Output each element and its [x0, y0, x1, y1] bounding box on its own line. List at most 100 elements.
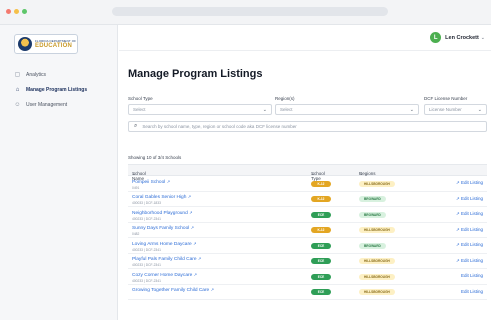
- education-logo[interactable]: FLORIDA DEPARTMENT OF EDUCATION: [14, 34, 78, 54]
- users-icon: ☺: [14, 101, 21, 108]
- school-type-badge: ECE: [311, 258, 331, 264]
- avatar: L: [430, 32, 442, 43]
- external-link-icon: ↗: [166, 178, 171, 184]
- search-input[interactable]: ⌕ Search by school name, type, region or…: [128, 121, 487, 132]
- school-name-link[interactable]: Neighborhood Playground ↗: [132, 210, 192, 216]
- table-row: Sunny Days Family School ↗ 0482 K-12 HILLSB…: [128, 223, 487, 238]
- search-placeholder: Search by school name, type, region or s…: [142, 124, 297, 129]
- license-label: DCF License Number: [424, 96, 468, 101]
- table-row: Neighborhood Playground ↗ 400233 | DCF-23…: [128, 207, 487, 223]
- top-bar: L Len Crockett ⌄: [119, 25, 491, 51]
- region-badge: HILLSBOROUGH: [359, 227, 395, 233]
- user-menu[interactable]: L Len Crockett ⌄: [430, 32, 485, 43]
- school-cell: Sunny Days Family School ↗ 0482: [132, 225, 194, 236]
- chevron-down-icon: ⌄: [477, 107, 482, 113]
- external-link-icon: ↗: [455, 257, 460, 263]
- school-name-link[interactable]: Loving Arms Home Daycare ↗: [132, 241, 196, 247]
- school-cell: Coral Gables Senior High ↗ 400033 | DCF-1…: [132, 194, 191, 205]
- table-row: Growing Together Family Child Care ↗ ECE H…: [128, 285, 487, 300]
- school-cell: Neighborhood Playground ↗ 400233 | DCF-23…: [132, 210, 192, 221]
- school-icon: ⌂: [15, 86, 20, 93]
- region-badge: HILLSBOROUGH: [359, 273, 395, 280]
- table-row: Pompeii School ↗ 0491 K-12 HILLSBOROUGH ↗ Ed…: [128, 176, 487, 192]
- school-type-select[interactable]: Select ⌄: [128, 104, 272, 115]
- school-cell: Growing Together Family Child Care ↗: [132, 287, 214, 293]
- state-seal-icon: [18, 37, 32, 51]
- edit-listing-link[interactable]: ↗ Edit Listing: [456, 242, 483, 248]
- external-link-icon: ↗: [193, 240, 197, 246]
- main-content: L Len Crockett ⌄ Manage Program Listings…: [119, 25, 491, 320]
- app-window: FLORIDA DEPARTMENT OF EDUCATION ▢ Analyti…: [0, 24, 491, 320]
- school-type-badge: ECE: [311, 289, 331, 295]
- external-link-icon: ↗: [210, 287, 214, 292]
- page-title: Manage Program Listings: [128, 68, 263, 80]
- license-number-input[interactable]: License Number ⌄: [424, 104, 487, 115]
- school-type-placeholder: Select: [133, 107, 146, 112]
- license-placeholder: License Number: [429, 107, 462, 112]
- school-code: 400033 | DCF-1833: [132, 201, 161, 205]
- school-type-label: School Type: [128, 96, 153, 101]
- school-code: 0482: [132, 232, 140, 236]
- external-link-icon: ↗: [455, 180, 460, 185]
- edit-listing-link[interactable]: ↗ Edit Listing: [456, 258, 483, 264]
- school-cell: Pompeii School ↗ 0491: [132, 179, 170, 190]
- school-name-link[interactable]: Playful Pals Family Child Care ↗: [132, 256, 201, 262]
- table-row: Coral Gables Senior High ↗ 400033 | DCF-1…: [128, 192, 487, 207]
- school-name-link[interactable]: Pompeii School ↗: [132, 179, 170, 185]
- regions-select[interactable]: Select ⌄: [275, 104, 419, 115]
- school-cell: Playful Pals Family Child Care ↗ 400233 |…: [132, 256, 201, 267]
- school-code: 400233 | DCF-2341: [132, 216, 161, 221]
- close-window-button[interactable]: [6, 9, 11, 14]
- chevron-down-icon: ⌄: [480, 34, 485, 41]
- sidebar-item-label: User Management: [26, 101, 68, 108]
- sidebar-item-user-management[interactable]: ☺ User Management: [0, 97, 118, 112]
- edit-listing-link[interactable]: ↗ Edit Listing: [456, 196, 483, 202]
- school-type-badge: K-12: [311, 180, 331, 187]
- external-link-icon: ↗: [455, 195, 460, 201]
- table-row: Loving Arms Home Daycare ↗ 400233 | DCF-2…: [128, 238, 487, 254]
- table-header: School Name ⌄ School Type ⌄ Regions ⌄: [128, 164, 487, 181]
- region-badge: HILLSBOROUGH: [359, 258, 395, 264]
- school-name-link[interactable]: Sunny Days Family School ↗: [132, 225, 194, 231]
- edit-listing-link[interactable]: ↗ Edit Listing: [456, 227, 483, 233]
- address-bar[interactable]: [112, 7, 388, 16]
- regions-label: Region(s): [275, 96, 295, 101]
- external-link-icon: ↗: [193, 271, 197, 277]
- edit-listing-link[interactable]: ↗ Edit Listing: [456, 211, 483, 217]
- school-code: 0491: [132, 185, 140, 190]
- school-name-link[interactable]: Coral Gables Senior High ↗: [132, 194, 191, 200]
- school-code: 400233 | DCF-2341: [132, 247, 161, 252]
- regions-placeholder: Select: [280, 107, 293, 112]
- sidebar-item-label: Manage Program Listings: [26, 86, 88, 93]
- external-link-icon: ↗: [197, 256, 202, 261]
- chevron-down-icon: ⌄: [262, 107, 267, 113]
- edit-listing-link[interactable]: Edit Listing: [461, 273, 483, 278]
- school-type-badge: ECE: [311, 211, 331, 218]
- minimize-window-button[interactable]: [14, 9, 19, 14]
- external-link-icon: ↗: [189, 209, 193, 215]
- school-type-badge: K-12: [311, 227, 331, 233]
- external-link-icon: ↗: [187, 194, 192, 199]
- search-icon: ⌕: [134, 123, 138, 129]
- school-name-link[interactable]: Cozy Corner Home Daycare ↗: [132, 272, 197, 278]
- edit-listing-link[interactable]: ↗ Edit Listing: [456, 180, 483, 186]
- sidebar-nav: ▢ Analytics ⌂ Manage Program Listings ☺ User …: [0, 67, 118, 112]
- sidebar-item-manage-program-listings[interactable]: ⌂ Manage Program Listings: [0, 82, 118, 97]
- chevron-down-icon: ⌄: [409, 107, 414, 113]
- table-body: Pompeii School ↗ 0491 K-12 HILLSBOROUGH ↗ Ed…: [128, 176, 487, 300]
- edit-listing-link[interactable]: Edit Listing: [461, 289, 483, 294]
- external-link-icon: ↗: [190, 225, 195, 230]
- school-name-link[interactable]: Growing Together Family Child Care ↗: [132, 287, 214, 293]
- user-name: Len Crockett: [445, 34, 479, 41]
- sidebar-item-analytics[interactable]: ▢ Analytics: [0, 67, 118, 82]
- logo-title: EDUCATION: [35, 42, 73, 49]
- school-cell: Loving Arms Home Daycare ↗ 400233 | DCF-2…: [132, 241, 196, 252]
- maximize-window-button[interactable]: [22, 9, 27, 14]
- school-type-badge: ECE: [311, 242, 331, 249]
- external-link-icon: ↗: [455, 226, 460, 232]
- table-row: Playful Pals Family Child Care ↗ 400233 |…: [128, 254, 487, 269]
- school-code: 400233 | DCF-2341: [132, 263, 161, 267]
- sidebar-item-label: Analytics: [26, 71, 47, 78]
- chart-icon: ▢: [14, 72, 21, 78]
- school-type-badge: K-12: [311, 196, 331, 202]
